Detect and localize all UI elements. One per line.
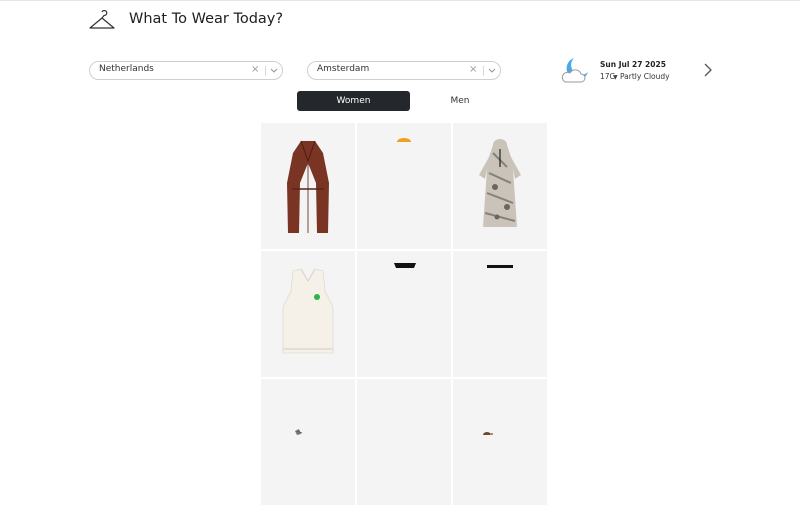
top-border — [0, 0, 800, 1]
knit-vest-image — [282, 268, 334, 354]
product-grid — [261, 123, 547, 505]
weather-condition: Partly Cloudy — [620, 72, 670, 81]
small-accessory-image — [295, 429, 303, 435]
brown-accessory-image — [483, 432, 493, 435]
chevron-down-icon[interactable] — [268, 63, 280, 77]
caret-down-icon: ▼ — [613, 74, 618, 81]
chevron-right-icon[interactable] — [700, 61, 714, 79]
product-card[interactable] — [261, 123, 355, 249]
empty-product-image — [357, 379, 451, 505]
city-select[interactable]: Amsterdam × — [307, 61, 501, 80]
moon-cloud-icon — [561, 58, 588, 83]
select-separator — [483, 66, 484, 76]
city-value: Amsterdam — [317, 64, 370, 74]
country-value: Netherlands — [99, 64, 154, 74]
product-card[interactable] — [261, 379, 355, 505]
clear-city-icon[interactable]: × — [469, 64, 477, 75]
product-card[interactable] — [357, 123, 451, 249]
app-title: What To Wear Today? — [129, 11, 284, 27]
product-card[interactable] — [453, 251, 547, 377]
country-select[interactable]: Netherlands × — [89, 61, 283, 80]
clear-country-icon[interactable]: × — [251, 64, 259, 75]
product-card[interactable] — [453, 379, 547, 505]
tab-women[interactable]: Women — [297, 91, 410, 111]
product-card[interactable] — [357, 379, 451, 505]
orange-item-image — [397, 138, 411, 142]
weather-date: Sun Jul 27 2025 — [600, 60, 666, 69]
hanger-logo-icon — [89, 10, 115, 29]
tab-men[interactable]: Men — [432, 91, 488, 111]
product-card[interactable] — [357, 251, 451, 377]
select-separator — [265, 66, 266, 76]
chevron-down-icon[interactable] — [486, 63, 498, 77]
printed-dress-image — [479, 139, 521, 227]
black-top-image — [394, 263, 416, 268]
trench-coat-image — [287, 140, 329, 233]
black-strap-image — [487, 265, 513, 268]
product-card[interactable] — [453, 123, 547, 249]
product-card[interactable] — [261, 251, 355, 377]
